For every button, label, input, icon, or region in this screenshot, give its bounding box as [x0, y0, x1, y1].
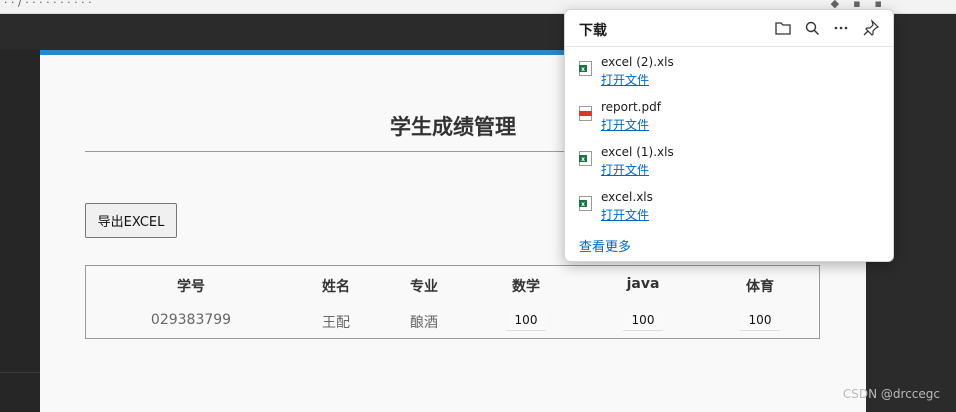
header-major: 专业	[410, 279, 438, 295]
svg-text:x: x	[581, 201, 585, 208]
excel-file-icon: x	[579, 196, 592, 211]
score-table: 学号 姓名 专业 数学 java 体育 029383799 王配 酿酒	[85, 265, 820, 339]
header-java: java	[626, 276, 660, 292]
header-student-id: 学号	[177, 279, 205, 295]
address-bar-fragment[interactable]: · · / · · · · · · · · · ·	[4, 0, 92, 9]
more-icon[interactable]	[831, 18, 851, 38]
download-item[interactable]: x excel.xls 打开文件	[577, 190, 877, 230]
math-score-input[interactable]	[506, 310, 546, 331]
header-math: 数学	[512, 279, 540, 295]
download-item[interactable]: report.pdf 打开文件	[577, 100, 877, 140]
pin-icon[interactable]	[861, 18, 881, 38]
file-name: excel (1).xls	[601, 145, 674, 159]
open-file-link[interactable]: 打开文件	[601, 206, 649, 223]
file-name: excel (2).xls	[601, 55, 674, 69]
excel-file-icon: x	[579, 151, 592, 166]
open-file-link[interactable]: 打开文件	[601, 116, 649, 133]
svg-text:x: x	[581, 156, 585, 163]
cell-major: 酿酒	[410, 315, 438, 331]
watermark: CSDN @drccegc	[842, 387, 940, 401]
open-file-link[interactable]: 打开文件	[601, 161, 649, 178]
file-name: report.pdf	[601, 100, 661, 114]
downloads-panel: 下载 x excel (2).xls 打开文件 report.pdf 打开文件 …	[564, 9, 894, 262]
file-name: excel.xls	[601, 190, 653, 204]
pdf-file-icon	[579, 106, 592, 121]
excel-file-icon: x	[579, 61, 592, 76]
export-excel-button[interactable]: 导出EXCEL	[85, 203, 177, 238]
header-name: 姓名	[322, 279, 350, 295]
svg-text:x: x	[581, 66, 585, 73]
cell-name: 王配	[322, 315, 350, 331]
search-icon[interactable]	[802, 18, 822, 38]
downloads-title: 下载	[579, 23, 607, 39]
download-item[interactable]: x excel (1).xls 打开文件	[577, 145, 877, 185]
download-item[interactable]: x excel (2).xls 打开文件	[577, 55, 877, 95]
open-file-link[interactable]: 打开文件	[601, 71, 649, 88]
java-score-input[interactable]	[623, 310, 663, 331]
cell-student-id: 029383799	[150, 312, 232, 328]
screen: · · / · · · · · · · · · · ◆▪▪ 学生成绩管理 导出E…	[0, 0, 956, 412]
folder-icon[interactable]	[773, 18, 793, 38]
left-side-panel	[0, 50, 40, 412]
see-more-link[interactable]: 查看更多	[579, 236, 631, 255]
pe-score-input[interactable]	[740, 310, 780, 331]
downloads-divider	[565, 46, 893, 47]
header-pe: 体育	[746, 279, 774, 295]
